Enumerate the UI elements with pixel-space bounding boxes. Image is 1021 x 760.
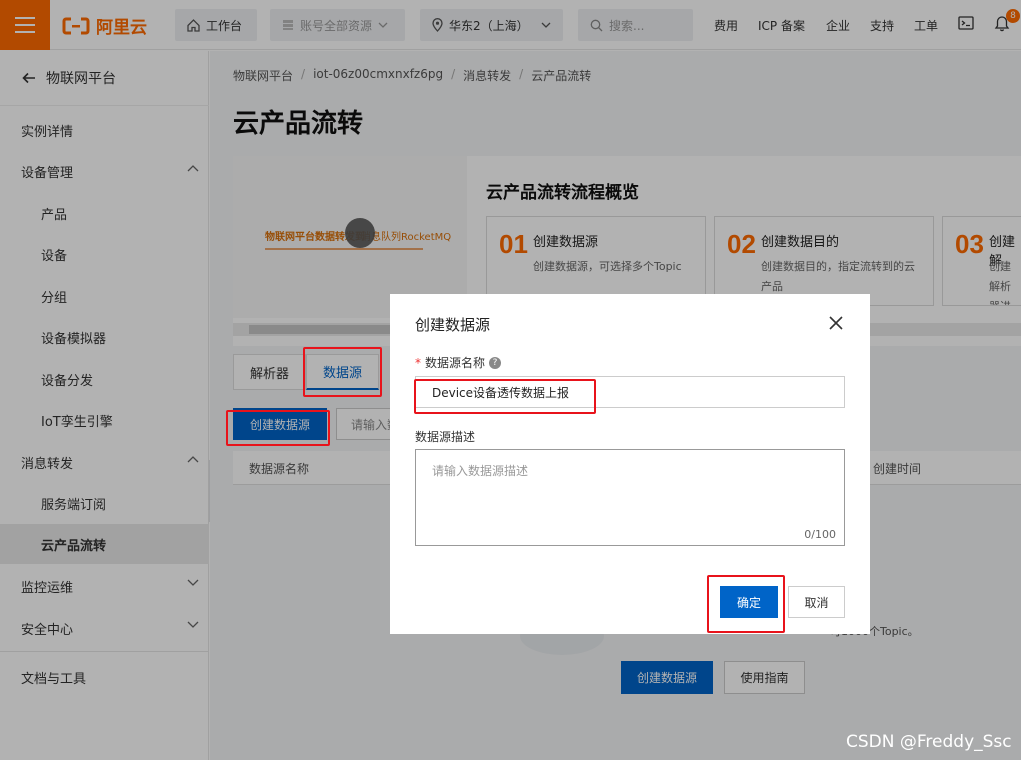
button-label: 取消 (804, 595, 829, 610)
label-text: 数据源描述 (415, 430, 476, 444)
highlight-box (414, 379, 596, 414)
highlight-box (707, 575, 785, 633)
create-datasource-dialog: 创建数据源 * 数据源名称 ? Device设备透传数据上报 数据源描述 请输入… (390, 294, 870, 634)
char-counter: 0/100 (804, 528, 836, 541)
desc-field-label: 数据源描述 (415, 428, 475, 445)
dialog-title: 创建数据源 (415, 316, 491, 334)
highlight-box (303, 347, 382, 397)
name-field-label: * 数据源名称 ? (415, 354, 502, 371)
label-text: 数据源名称 (425, 356, 486, 370)
highlight-box (226, 410, 330, 446)
close-icon[interactable] (828, 315, 844, 331)
help-icon[interactable]: ? (489, 356, 502, 369)
datasource-description-textarea[interactable]: 请输入数据源描述 0/100 (415, 449, 845, 546)
required-marker: * (415, 355, 421, 370)
textarea-placeholder: 请输入数据源描述 (432, 464, 529, 478)
watermark: CSDN @Freddy_Ssc (846, 732, 1012, 752)
cancel-button[interactable]: 取消 (788, 586, 845, 618)
